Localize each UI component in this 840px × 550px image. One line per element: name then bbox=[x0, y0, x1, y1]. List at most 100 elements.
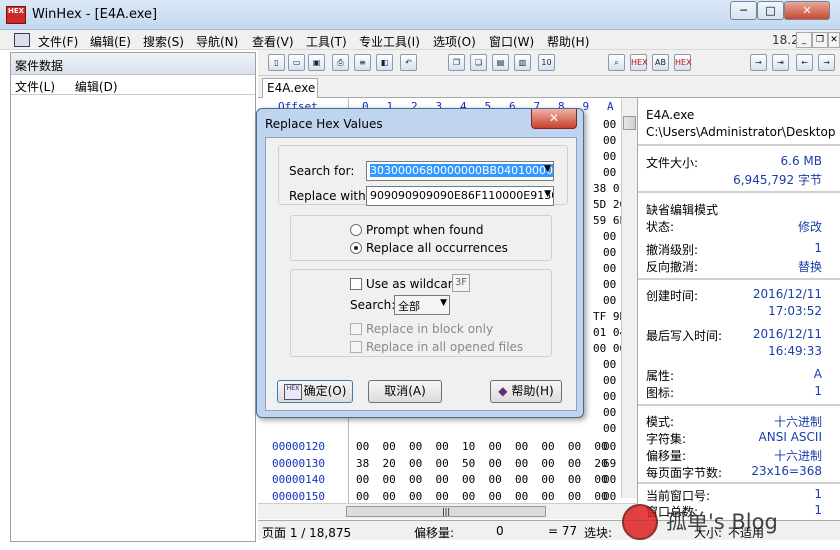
hex-row-tail[interactable]: 00 bbox=[603, 473, 616, 486]
prompt-radio[interactable] bbox=[350, 224, 362, 236]
open-folder-icon[interactable]: ▭ bbox=[288, 54, 305, 71]
hex-byte-cell[interactable]: 00 bbox=[603, 230, 616, 243]
vertical-scroll-thumb[interactable] bbox=[623, 116, 636, 130]
save-icon[interactable]: ▣ bbox=[308, 54, 325, 71]
tab-e4a-exe[interactable]: E4A.exe bbox=[262, 78, 318, 98]
replace-text-icon[interactable]: AB bbox=[652, 54, 669, 71]
wildcard-checkbox[interactable] bbox=[350, 278, 362, 290]
ok-button[interactable]: HEX 确定(O) bbox=[277, 380, 353, 403]
hex-row-tail[interactable]: 69 bbox=[603, 457, 616, 470]
print-icon[interactable]: ⎙ bbox=[332, 54, 349, 71]
hex-ok-icon: HEX bbox=[284, 384, 302, 400]
case-menu-file[interactable]: 文件(L) bbox=[15, 80, 55, 94]
search-scope-select[interactable]: 全部 ▼ bbox=[394, 295, 450, 315]
menu-help[interactable]: 帮助(H) bbox=[547, 33, 589, 50]
hex-row[interactable]: 00000130 38 20 00 00 50 00 00 00 00 20 69 bbox=[258, 457, 637, 473]
menu-file[interactable]: 文件(F) bbox=[38, 33, 78, 50]
hex-byte-cell[interactable]: 00 bbox=[603, 262, 616, 275]
hex-byte-cell[interactable]: 00 bbox=[603, 278, 616, 291]
hex-byte-cell[interactable]: 00 bbox=[603, 294, 616, 307]
hex-row-bytes[interactable]: 00 00 00 00 00 00 00 00 00 00 bbox=[356, 490, 608, 503]
menu-search[interactable]: 搜索(S) bbox=[143, 33, 184, 50]
hex-byte-cell[interactable]: 00 bbox=[603, 374, 616, 387]
hex-row-bytes[interactable]: 00 00 00 00 00 00 00 00 00 00 bbox=[356, 473, 608, 486]
properties-icon[interactable]: ≡ bbox=[354, 54, 371, 71]
hex-row[interactable]: 00000140 00 00 00 00 00 00 00 00 00 00 00 bbox=[258, 473, 637, 489]
info-separator bbox=[638, 404, 840, 406]
info-icons-value: 1 bbox=[814, 384, 822, 398]
hex-byte-cell[interactable]: 00 bbox=[603, 390, 616, 403]
goto-sector-icon[interactable]: ⇥ bbox=[772, 54, 789, 71]
menu-options[interactable]: 选项(O) bbox=[433, 33, 476, 50]
search-for-input[interactable]: 3030000680000000BB04010000 ▼ bbox=[366, 161, 554, 181]
hex-byte-cell[interactable]: 00 bbox=[603, 358, 616, 371]
dialog-body: Search for: 3030000680000000BB04010000 ▼… bbox=[265, 137, 577, 411]
menu-edit[interactable]: 编辑(E) bbox=[90, 33, 131, 50]
replace-with-input[interactable]: 909090909090E86F110000E9130 ▼ bbox=[366, 186, 554, 206]
wildcard-char-input[interactable]: 3F bbox=[452, 274, 470, 292]
hex-row[interactable]: 00000120 00 00 00 00 10 00 00 00 00 00 00 bbox=[258, 440, 637, 456]
replace-hex-icon[interactable]: HEX bbox=[674, 54, 692, 71]
dropdown-arrow-icon[interactable]: ▼ bbox=[440, 298, 447, 308]
menu-specialist[interactable]: 专业工具(I) bbox=[359, 33, 420, 50]
copy-icon[interactable]: ❐ bbox=[448, 54, 465, 71]
hex-row-bytes[interactable]: 38 20 00 00 50 00 00 00 00 20 bbox=[356, 457, 608, 470]
info-size-label: 文件大小: bbox=[646, 156, 699, 170]
binary-icon[interactable]: 10 bbox=[538, 54, 555, 71]
paste-icon[interactable]: ▤ bbox=[492, 54, 509, 71]
find-hex-icon[interactable]: HEX bbox=[630, 54, 648, 71]
hex-row-tail[interactable]: 00 bbox=[603, 440, 616, 453]
case-menu-edit[interactable]: 编辑(D) bbox=[75, 80, 118, 94]
info-attr-label: 属性: bbox=[646, 369, 675, 383]
paste-block-icon[interactable]: ▥ bbox=[514, 54, 531, 71]
minimize-button[interactable]: ─ bbox=[730, 1, 757, 20]
nav-back-icon[interactable]: ← bbox=[796, 54, 813, 71]
hex-byte-cell[interactable]: 00 bbox=[603, 134, 616, 147]
nav-forward-icon[interactable]: → bbox=[818, 54, 835, 71]
info-separator bbox=[638, 191, 840, 193]
hex-vertical-scrollbar[interactable] bbox=[621, 98, 637, 498]
hex-byte-cell[interactable]: 00 bbox=[603, 118, 616, 131]
info-undo-label: 撤消级别: bbox=[646, 243, 699, 257]
menu-window[interactable]: 窗口(W) bbox=[489, 33, 534, 50]
info-written-label: 最后写入时间: bbox=[646, 329, 723, 343]
goto-offset-icon[interactable]: → bbox=[750, 54, 767, 71]
horizontal-scroll-thumb[interactable]: ||| bbox=[346, 506, 546, 517]
menu-navigate[interactable]: 导航(N) bbox=[196, 33, 238, 50]
new-file-icon[interactable]: ▯ bbox=[268, 54, 285, 71]
copy-block-icon[interactable]: ❏ bbox=[470, 54, 487, 71]
maximize-button[interactable]: □ bbox=[757, 1, 784, 20]
undo-icon[interactable]: ↶ bbox=[400, 54, 417, 71]
menu-view[interactable]: 查看(V) bbox=[252, 33, 294, 50]
dropdown-arrow-icon[interactable]: ▼ bbox=[544, 189, 551, 199]
info-written-time: 16:49:33 bbox=[768, 344, 822, 358]
hex-horizontal-scrollbar[interactable]: ||| bbox=[258, 503, 638, 519]
hex-byte-cell[interactable]: 00 bbox=[603, 422, 616, 435]
mdi-minimize-button[interactable]: _ bbox=[796, 32, 812, 48]
menu-tools[interactable]: 工具(T) bbox=[306, 33, 347, 50]
hex-byte-cell[interactable]: 00 bbox=[603, 246, 616, 259]
hex-row-offset: 00000120 bbox=[272, 440, 325, 453]
replace-all-radio[interactable] bbox=[350, 242, 362, 254]
cancel-button[interactable]: 取消(A) bbox=[368, 380, 442, 403]
hex-byte-cell[interactable]: 00 bbox=[603, 150, 616, 163]
mdi-restore-button[interactable]: ❐ bbox=[812, 32, 828, 48]
find-text-icon[interactable]: ⌕ bbox=[608, 54, 625, 71]
tab-strip: E4A.exe bbox=[258, 76, 840, 98]
info-path: C:\Users\Administrator\Desktop bbox=[646, 125, 836, 139]
mdi-close-button[interactable]: ✕ bbox=[828, 32, 840, 48]
close-button[interactable]: ✕ bbox=[784, 1, 830, 20]
in-block-checkbox[interactable] bbox=[350, 323, 362, 335]
info-bpp-label: 每页面字节数: bbox=[646, 466, 723, 480]
in-all-files-checkbox[interactable] bbox=[350, 341, 362, 353]
open-disk-icon[interactable]: ◧ bbox=[376, 54, 393, 71]
document-menu-icon[interactable] bbox=[14, 33, 30, 47]
hex-row-tail[interactable]: 00 bbox=[603, 490, 616, 503]
hex-row-bytes[interactable]: 00 00 00 00 10 00 00 00 00 00 bbox=[356, 440, 608, 453]
winhex-logo-icon: HEX bbox=[6, 6, 26, 24]
help-button[interactable]: ◆ 帮助(H) bbox=[490, 380, 562, 403]
dialog-close-button[interactable]: ✕ bbox=[531, 109, 577, 129]
hex-byte-cell[interactable]: 00 bbox=[603, 406, 616, 419]
dropdown-arrow-icon[interactable]: ▼ bbox=[544, 164, 551, 174]
hex-byte-cell[interactable]: 00 bbox=[603, 166, 616, 179]
